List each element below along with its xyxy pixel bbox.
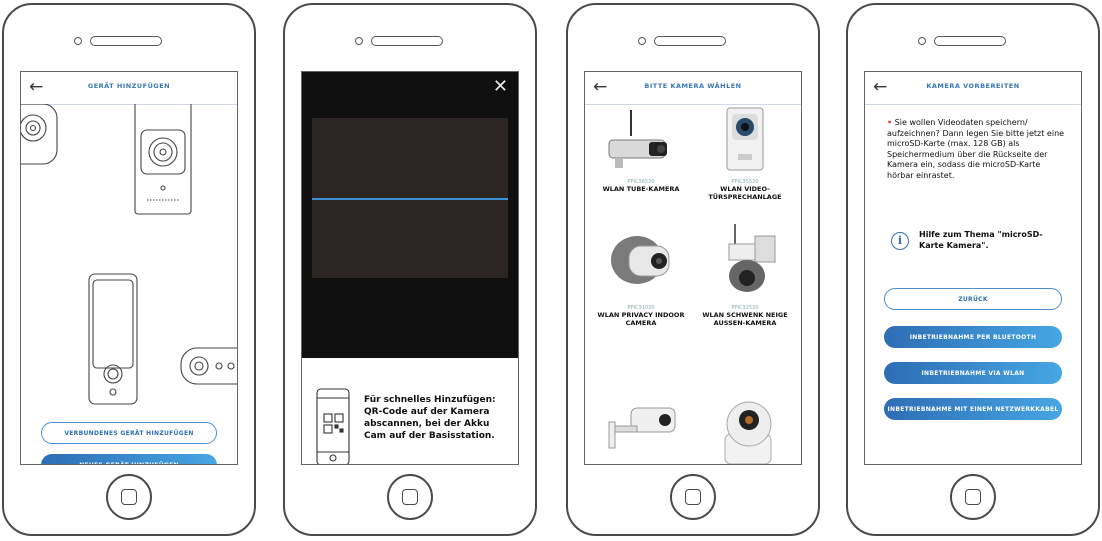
page-title: KAMERA VORBEREITEN [926,82,1020,90]
phone-frame-4: ← KAMERA VORBEREITEN • Sie wollen Videod… [846,3,1100,536]
info-icon: i [891,232,909,250]
setup-bluetooth-button[interactable]: INBETRIEBNAHME PER BLUETOOTH [884,326,1062,348]
back-button[interactable]: ZURÜCK [884,288,1062,310]
doorbell-camera-image [726,107,764,171]
screen-qr-scanner: ✕ Für schnelles Hinzufügen: QR-Code auf … [301,71,519,465]
bullet: • [887,118,893,127]
qr-instruction-panel: Für schnelles Hinzufügen: QR-Code auf de… [302,358,518,464]
phone-frame-1: ← GERÄT HINZUFÜGEN VERBUNDENES GERÄT HIN… [2,3,256,536]
pan-tilt-camera-image [728,224,776,292]
home-button[interactable] [106,474,152,520]
camera-option-privacy[interactable]: PPIC31020 WLAN PRIVACY INDOOR CAMERA [593,222,689,327]
microsd-info: Sie wollen Videodaten speichern/ aufzeic… [887,118,1065,180]
app-bar: ← GERÄT HINZUFÜGEN [21,72,237,105]
speaker [918,35,1028,47]
speaker [355,35,465,47]
phone-frame-3: ← BITTE KAMERA WÄHLEN PPIC36520 WLAN TUB… [566,3,820,536]
close-icon[interactable]: ✕ [493,76,508,97]
camera-name: WLAN SCHWENK NEIGE AUSSEN-KAMERA [702,311,788,327]
camera-option-pan-tilt[interactable]: PPIC32520 WLAN SCHWENK NEIGE AUSSEN-KAME… [697,222,793,327]
screen-add-device: ← GERÄT HINZUFÜGEN VERBUNDENES GERÄT HIN… [20,71,238,465]
camera-viewfinder: ✕ [302,72,518,358]
help-link[interactable]: i Hilfe zum Thema "microSD-Karte Kamera"… [891,230,1071,270]
screen-choose-camera: ← BITTE KAMERA WÄHLEN PPIC36520 WLAN TUB… [584,71,802,465]
device-illustrations [21,104,237,405]
screen-prepare-camera: ← KAMERA VORBEREITEN • Sie wollen Videod… [864,71,1082,465]
add-connected-device-button[interactable]: VERBUNDENES GERÄT HINZUFÜGEN [41,422,217,444]
camera-name: WLAN PRIVACY INDOOR CAMERA [597,311,685,327]
add-new-device-button[interactable]: NEUES GERÄT HINZUFÜGEN [41,454,217,464]
setup-cable-button[interactable]: INBETRIEBNAHME MIT EINEM NETZWERKKABEL [884,398,1062,420]
microsd-info-text: • Sie wollen Videodaten speichern/ aufze… [887,118,1067,181]
page-title: BITTE KAMERA WÄHLEN [644,82,742,90]
scan-line [312,198,508,200]
home-button[interactable] [670,474,716,520]
scan-area [312,118,508,278]
app-bar: ← BITTE KAMERA WÄHLEN [585,72,801,105]
home-button[interactable] [387,474,433,520]
bullet-camera-image [608,407,676,449]
phone-frame-2: ✕ Für schnelles Hinzufügen: QR-Code auf … [283,3,537,536]
camera-name: WLAN VIDEO-TÜRSPRECHANLAGE [708,185,782,201]
tube-camera-image [608,110,667,168]
speaker [638,35,748,47]
camera-option-doorbell[interactable]: PPIC35520 WLAN VIDEO-TÜRSPRECHANLAGE [697,106,793,201]
privacy-camera-image [611,236,670,284]
help-text: Hilfe zum Thema "microSD-Karte Kamera". [919,230,1043,250]
qr-phone-icon [316,388,350,464]
app-bar: ← KAMERA VORBEREITEN [865,72,1081,105]
camera-option-tube[interactable]: PPIC36520 WLAN TUBE-KAMERA [593,106,689,193]
qr-instruction-text: Für schnelles Hinzufügen: QR-Code auf de… [364,395,496,441]
camera-name: WLAN TUBE-KAMERA [602,185,680,193]
page-title: GERÄT HINZUFÜGEN [87,82,171,90]
home-button[interactable] [950,474,996,520]
setup-wlan-button[interactable]: INBETRIEBNAHME VIA WLAN [884,362,1062,384]
dome-camera-image [724,401,772,464]
speaker [74,35,184,47]
